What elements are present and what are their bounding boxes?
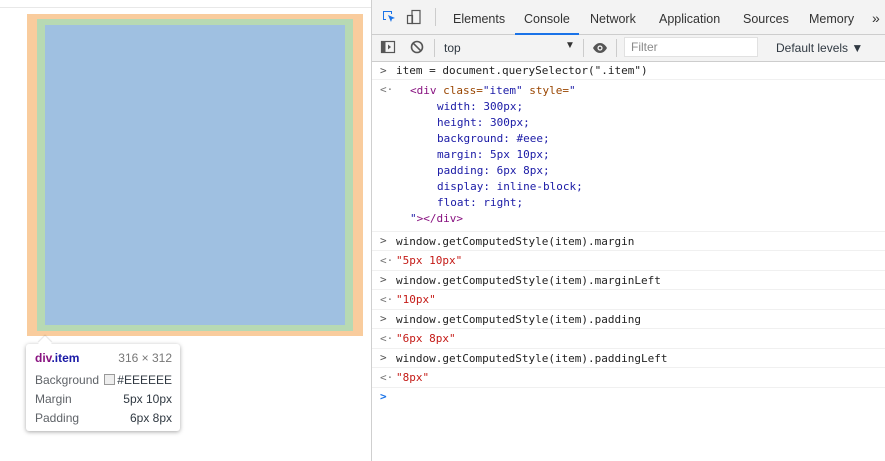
element-node-open[interactable]: <div class="item" style="	[410, 84, 576, 97]
input-prompt-icon: >	[380, 273, 387, 286]
input-prompt-icon: >	[380, 64, 387, 77]
tab-elements[interactable]: Elements	[453, 0, 505, 34]
live-expression-eye-icon[interactable]	[592, 40, 608, 56]
devtools-panel: Elements Console Network Application Sou…	[371, 0, 885, 461]
output-prompt-icon: <·	[380, 254, 394, 267]
console-result-row: <· "8px"	[372, 367, 885, 388]
tooltip-padding-value: 6px 8px	[129, 411, 172, 425]
console-result-row: <· <div class="item" style=" width: 300p…	[372, 79, 885, 232]
output-prompt-icon: <·	[380, 332, 394, 345]
tooltip-selector: div.item	[35, 351, 80, 365]
console-input-row: > window.getComputedStyle(item).margin	[372, 231, 885, 251]
tooltip-background-row: Background #EEEEEE	[35, 372, 172, 388]
console-input-row: > window.getComputedStyle(item).marginLe…	[372, 270, 885, 290]
inspect-element-icon[interactable]	[381, 9, 397, 25]
tooltip-margin-value: 5px 10px	[123, 392, 172, 406]
tooltip-margin-row: Margin 5px 10px	[35, 391, 172, 407]
console-result: "8px"	[396, 371, 430, 384]
console-command: item = document.querySelector(".item")	[396, 64, 648, 77]
highlight-content-box	[45, 25, 345, 325]
device-toolbar-icon[interactable]	[406, 9, 422, 25]
console-result: "10px"	[396, 293, 436, 306]
console-cursor-prompt-icon[interactable]: >	[380, 390, 387, 403]
input-prompt-icon: >	[380, 312, 387, 325]
tab-application[interactable]: Application	[659, 0, 720, 34]
inspected-page: div.item 316 × 312 Background #EEEEEE Ma…	[0, 0, 371, 461]
console-command: window.getComputedStyle(item).padding	[396, 313, 642, 326]
output-prompt-icon: <·	[380, 371, 394, 384]
input-prompt-icon: >	[380, 351, 387, 364]
input-prompt-icon: >	[380, 234, 387, 247]
style-declaration: height: 300px;	[437, 116, 530, 129]
console-toolbar: top ▼ Default levels ▼	[372, 35, 885, 62]
page-top-strip	[0, 0, 371, 8]
tab-network[interactable]: Network	[590, 0, 636, 34]
console-result: "5px 10px"	[396, 254, 463, 267]
console-result-row: <· "5px 10px"	[372, 250, 885, 271]
toolbar-divider	[616, 39, 617, 57]
element-node-close: "></div>	[410, 212, 463, 225]
console-input-row: > window.getComputedStyle(item).padding	[372, 309, 885, 329]
tooltip-background-value: #EEEEEE	[104, 372, 172, 388]
element-inspect-tooltip: div.item 316 × 312 Background #EEEEEE Ma…	[26, 344, 180, 431]
toolbar-divider	[583, 39, 584, 57]
tab-memory[interactable]: Memory	[809, 0, 854, 34]
console-command: window.getComputedStyle(item).marginLeft	[396, 274, 661, 287]
tooltip-padding-label: Padding	[35, 411, 80, 425]
output-prompt-icon: <·	[380, 293, 394, 306]
console-prompt-row[interactable]: >	[372, 387, 885, 407]
style-declaration: padding: 6px 8px;	[437, 164, 550, 177]
console-input-row: > item = document.querySelector(".item")	[372, 62, 885, 80]
more-tabs-icon[interactable]: »	[872, 0, 880, 34]
tab-console[interactable]: Console	[515, 0, 579, 35]
style-declaration: width: 300px;	[437, 100, 524, 113]
style-declaration: margin: 5px 10px;	[437, 148, 550, 161]
tooltip-background-label: Background	[35, 373, 100, 387]
chevron-down-icon[interactable]: ▼	[565, 40, 575, 51]
tooltip-margin-label: Margin	[35, 392, 72, 406]
tooltip-size: 316 × 312	[118, 351, 172, 365]
tab-sources[interactable]: Sources	[743, 0, 789, 34]
console-result: "6px 8px"	[396, 332, 456, 345]
console-input-row: > window.getComputedStyle(item).paddingL…	[372, 348, 885, 368]
style-declaration: background: #eee;	[437, 132, 550, 145]
output-prompt-icon: <·	[380, 83, 394, 96]
devtools-tab-bar: Elements Console Network Application Sou…	[372, 0, 885, 35]
toolbar-divider	[434, 39, 435, 57]
style-declaration: display: inline-block;	[437, 180, 583, 193]
style-declaration: float: right;	[437, 196, 524, 209]
color-swatch-icon	[104, 374, 116, 385]
console-result-row: <· "6px 8px"	[372, 328, 885, 349]
sidebar-toggle-icon[interactable]	[380, 39, 396, 55]
clear-console-icon[interactable]	[409, 39, 425, 55]
console-command: window.getComputedStyle(item).paddingLef…	[396, 352, 668, 365]
console-command: window.getComputedStyle(item).margin	[396, 235, 635, 248]
context-selector[interactable]: top	[444, 41, 461, 55]
log-levels-dropdown[interactable]: Default levels ▼	[776, 41, 863, 55]
console-result-row: <· "10px"	[372, 289, 885, 310]
tooltip-header: div.item 316 × 312	[35, 350, 172, 366]
tab-bar-divider	[435, 8, 436, 26]
console-output: > item = document.querySelector(".item")…	[372, 62, 885, 461]
tooltip-padding-row: Padding 6px 8px	[35, 410, 172, 426]
filter-input[interactable]	[624, 37, 758, 57]
